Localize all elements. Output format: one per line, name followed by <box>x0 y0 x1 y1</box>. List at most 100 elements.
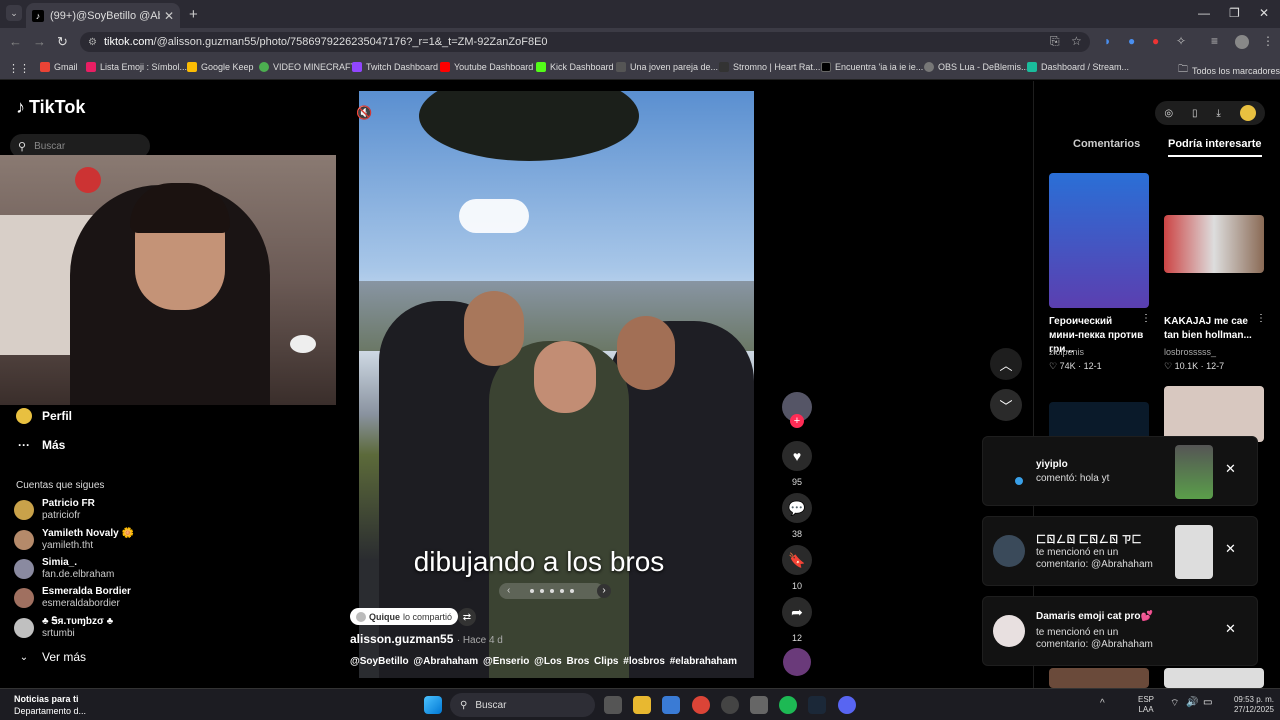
profile-avatar[interactable] <box>1239 105 1256 121</box>
download-icon[interactable]: ⤓ <box>1216 108 1220 119</box>
post-author[interactable]: alisson.guzman55 · Hace 4 d <box>350 632 503 646</box>
suggested-video-thumbnail[interactable] <box>1164 215 1264 273</box>
browser-menu-icon[interactable]: ⋮ <box>1262 34 1274 48</box>
windows-start-icon[interactable] <box>424 696 442 714</box>
like-action[interactable]: ♥ 95 <box>782 441 812 487</box>
hidden-icons-chevron-icon[interactable]: ^ <box>1100 698 1105 709</box>
suggested-video-thumbnail[interactable] <box>1164 668 1264 688</box>
see-more-button[interactable]: ⌄ Ver más <box>16 650 86 664</box>
notification-card[interactable]: 匚ㄖㄥㄖ 匚ㄖㄥㄖ ㄗ匚 te mencionó en un comentari… <box>982 516 1258 586</box>
bookmark-item[interactable]: VIDEO MINECRAFT <box>259 62 356 72</box>
file-explorer-icon[interactable] <box>633 696 651 714</box>
site-info-icon[interactable]: ⚙ <box>88 37 97 48</box>
clock[interactable]: 09:53 p. m. 27/12/2025 <box>1224 695 1274 715</box>
share-action[interactable]: ➦ 12 <box>782 597 812 643</box>
bookmark-item[interactable]: OBS Lua - DeBlemis... <box>924 62 1029 72</box>
task-view-icon[interactable] <box>604 696 622 714</box>
extensions-puzzle-icon[interactable]: ✧ <box>1176 34 1186 48</box>
url-input[interactable]: ⚙ tiktok.com /@alisson.guzman55/photo/75… <box>80 32 1090 52</box>
bookmark-item[interactable]: Stromno | Heart Rat... <box>719 62 820 72</box>
device-icon[interactable]: ▯ <box>1192 108 1198 119</box>
extension-icon[interactable]: ◗ <box>1104 34 1111 48</box>
author-avatar-action[interactable]: + <box>782 392 812 428</box>
bookmark-item[interactable]: Encuentra 'ia ia ie ie... <box>821 62 923 72</box>
share-icon[interactable]: ➦ <box>782 597 812 627</box>
discord-icon[interactable] <box>838 696 856 714</box>
bookmark-item[interactable]: Google Keep <box>187 62 254 72</box>
follow-plus-icon[interactable]: + <box>790 414 804 428</box>
notification-thumbnail[interactable] <box>1175 445 1213 499</box>
more-options-icon[interactable]: ⋮ <box>1256 313 1266 324</box>
bookmark-item[interactable]: Twitch Dashboard <box>352 62 438 72</box>
tiktok-logo[interactable]: ♪ TikTok <box>16 97 85 118</box>
close-tab-icon[interactable]: ✕ <box>164 9 174 23</box>
shared-by-chip[interactable]: Quique lo compartió <box>350 608 459 625</box>
bookmark-item[interactable]: Gmail <box>40 62 78 72</box>
next-video-button[interactable]: ﹀ <box>990 389 1022 421</box>
notification-card[interactable]: yiyiplo comentó: hola yt ✕ <box>982 436 1258 506</box>
comment-action[interactable]: 💬 38 <box>782 493 812 539</box>
notification-thumbnail[interactable] <box>1175 525 1213 579</box>
heart-icon[interactable]: ♥ <box>782 441 812 471</box>
tab-comments[interactable]: Comentarios <box>1073 138 1140 150</box>
following-item[interactable]: Patricio FR patriciofr <box>14 498 95 522</box>
browser-tab[interactable]: ♪ (99+)@SoyBetillo @Abrahaham ✕ <box>26 3 180 28</box>
post-tags[interactable]: @SoyBetillo @Abrahaham @Enserio @Los Bro… <box>350 656 737 667</box>
suggested-video-thumbnail[interactable] <box>1164 386 1264 442</box>
language-indicator[interactable]: ESP LAA <box>1138 695 1154 715</box>
back-icon[interactable]: ← <box>9 34 22 49</box>
close-icon[interactable]: ✕ <box>1225 461 1236 477</box>
install-icon[interactable]: ⎘ <box>1050 34 1060 49</box>
apps-grid-icon[interactable]: ⋮⋮ <box>8 62 30 75</box>
nav-profile[interactable]: Perfil <box>16 408 72 424</box>
profile-avatar-icon[interactable] <box>1235 35 1249 49</box>
bookmark-item[interactable]: Lista Emoji : Símbol... <box>86 62 187 72</box>
all-bookmarks[interactable]: 🗀 Todos los marcadores <box>1178 62 1280 79</box>
post-media[interactable]: dibujando a los bros ‹ › <box>359 91 754 678</box>
nav-more[interactable]: ··· Más <box>16 438 65 452</box>
bookmark-star-icon[interactable]: ☆ <box>1071 34 1082 48</box>
sound-disc[interactable] <box>782 648 812 676</box>
bookmark-item[interactable]: Una joven pareja de... <box>616 62 718 72</box>
bookmark-item[interactable]: Kick Dashboard <box>536 62 614 72</box>
window-close-icon[interactable]: ✕ <box>1259 6 1269 20</box>
more-options-icon[interactable]: ⋮ <box>1141 313 1151 324</box>
notification-card[interactable]: Damaris emoji cat pro💕 te mencionó en un… <box>982 596 1258 666</box>
wifi-icon[interactable]: ⌔ <box>1170 697 1179 710</box>
bookmark-item[interactable]: Youtube Dashboard <box>440 62 533 72</box>
tab-search-icon[interactable]: ⌄ <box>6 5 22 21</box>
mute-icon[interactable]: 🔇 <box>356 105 372 121</box>
comment-icon[interactable]: 💬 <box>782 493 812 523</box>
following-item[interactable]: ♣ Ꭶᴙ.ᴛᴜɱƅᴢσ ♣ srtumbi <box>14 616 113 640</box>
steam-icon[interactable] <box>808 696 826 714</box>
bookmark-icon[interactable]: 🔖 <box>782 545 812 575</box>
suggested-video-thumbnail[interactable] <box>1049 173 1149 308</box>
tab-suggestions[interactable]: Podría interesarte <box>1168 138 1262 157</box>
forward-icon[interactable]: → <box>33 34 46 49</box>
volume-icon[interactable]: 🔊 <box>1186 697 1198 708</box>
app-icon[interactable] <box>750 696 768 714</box>
explore-icon[interactable]: ◎ <box>1164 108 1173 119</box>
bookmark-item[interactable]: Dashboard / Stream... <box>1027 62 1129 72</box>
obs-icon[interactable] <box>721 696 739 714</box>
taskbar-search[interactable]: ⚲ Buscar <box>450 693 595 717</box>
repost-icon[interactable]: ⇄ <box>458 608 476 626</box>
close-icon[interactable]: ✕ <box>1225 621 1236 637</box>
media-icon[interactable]: ≡ <box>1211 34 1218 48</box>
spotify-icon[interactable] <box>779 696 797 714</box>
extension-icon[interactable]: ● <box>1128 34 1135 48</box>
suggested-video-author[interactable]: zloipenis <box>1049 347 1084 357</box>
carousel-dots[interactable] <box>499 583 604 599</box>
suggested-video-thumbnail[interactable] <box>1049 668 1149 688</box>
suggested-video-title[interactable]: KAKAJAJ me cae tan bien hollman... <box>1164 315 1259 343</box>
following-item[interactable]: Esmeralda Bordier esmeraldabordier <box>14 586 131 610</box>
close-icon[interactable]: ✕ <box>1225 541 1236 557</box>
reload-icon[interactable]: ↻ <box>57 34 68 50</box>
suggested-video-author[interactable]: losbrosssss_ <box>1164 347 1216 357</box>
following-item[interactable]: Yamileth Novaly 🌼 yamileth.tht <box>14 528 134 552</box>
save-action[interactable]: 🔖 10 <box>782 545 812 591</box>
restore-icon[interactable]: ❐ <box>1229 6 1240 20</box>
carousel-next-icon[interactable]: › <box>597 584 611 598</box>
store-icon[interactable] <box>662 696 680 714</box>
previous-video-button[interactable]: ︿ <box>990 348 1022 380</box>
